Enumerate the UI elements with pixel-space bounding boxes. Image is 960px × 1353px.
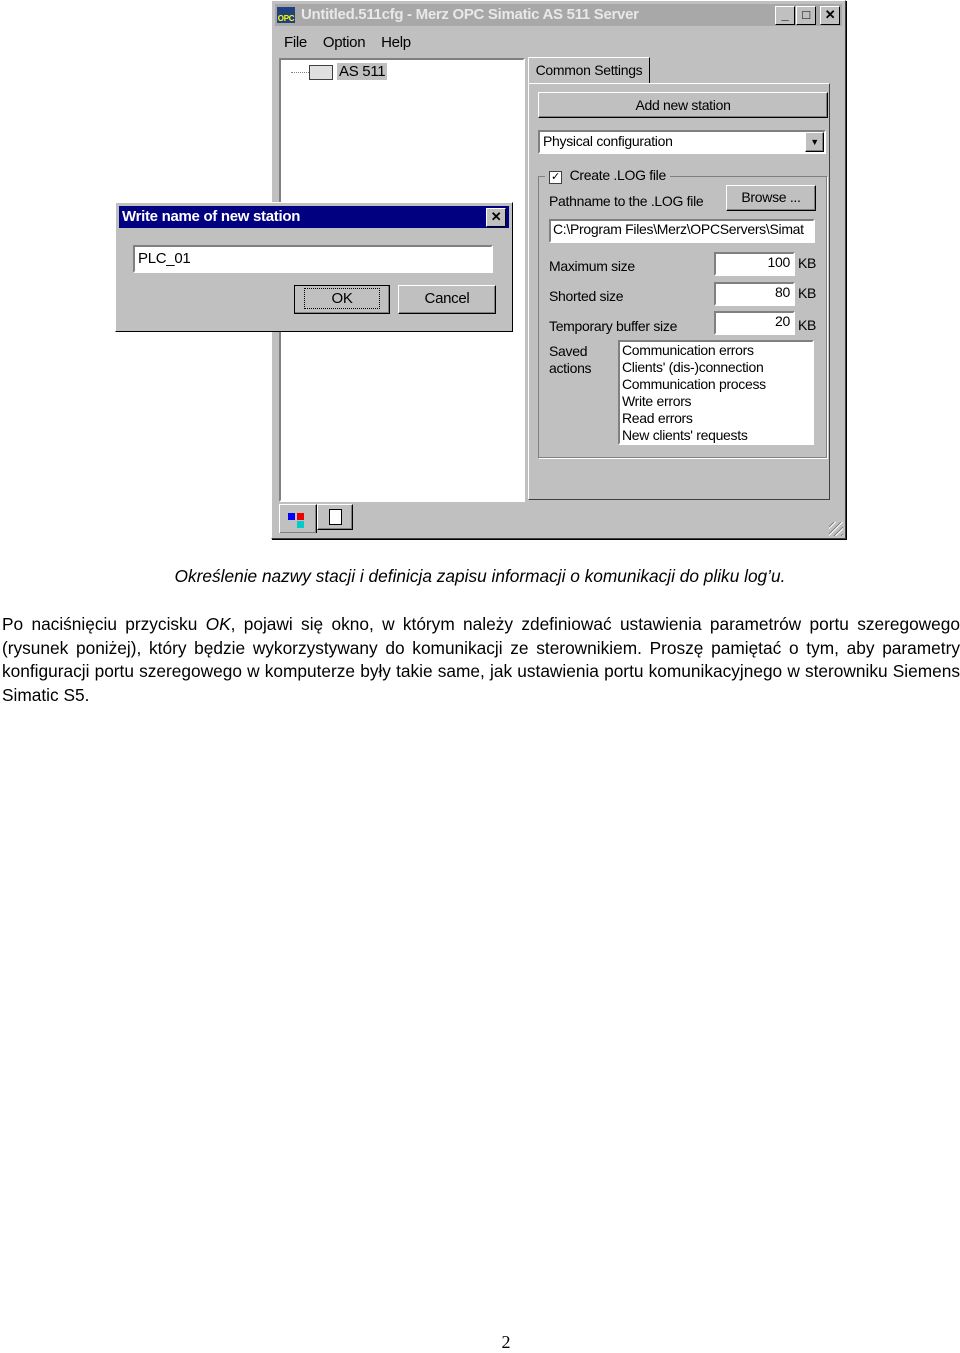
figure-caption: Określenie nazwy stacji i definicja zapi… xyxy=(174,566,786,586)
list-item[interactable]: Read errors xyxy=(620,410,812,427)
kb-unit: KB xyxy=(798,317,817,333)
body-paragraph: Po naciśnięciu przycisku OK, pojawi się … xyxy=(2,613,960,707)
tab-log-view[interactable] xyxy=(317,504,353,530)
menu-option[interactable]: Option xyxy=(323,34,366,51)
settings-panel: Add new station Physical configuration ▼… xyxy=(528,83,830,500)
chevron-down-icon[interactable]: ▼ xyxy=(805,132,824,152)
tree-item-as511[interactable]: AS 511 xyxy=(337,63,388,80)
checkbox-label: Create .LOG file xyxy=(569,167,667,183)
temp-buffer-value: 20 xyxy=(775,313,790,329)
temp-buffer-label: Temporary buffer size xyxy=(549,318,678,334)
configuration-dropdown[interactable]: Physical configuration ▼ xyxy=(538,130,826,154)
log-groupbox: ✓ Create .LOG file Pathname to the .LOG … xyxy=(538,167,827,458)
station-name-value: PLC_01 xyxy=(138,250,191,267)
saved-actions-label: actions xyxy=(549,360,592,376)
list-item[interactable]: New clients' requests xyxy=(620,427,812,444)
ok-button[interactable]: OK xyxy=(294,285,390,314)
list-item[interactable]: Communication errors xyxy=(620,342,812,359)
cancel-button[interactable]: Cancel xyxy=(398,285,496,314)
kb-unit: KB xyxy=(798,285,817,301)
temp-buffer-input[interactable]: 20 xyxy=(714,311,795,335)
window-title: Untitled.511cfg - Merz OPC Simatic AS 51… xyxy=(301,6,639,23)
resize-grip-icon[interactable] xyxy=(829,522,843,536)
kb-unit: KB xyxy=(798,255,817,271)
list-item[interactable]: Clients' (dis-)connection xyxy=(620,359,812,376)
new-station-dialog: Write name of new station ✕ PLC_01 OK Ca… xyxy=(115,202,513,332)
path-value: C:\Program Files\Merz\OPCServers\Simat xyxy=(553,221,804,237)
shorted-size-label: Shorted size xyxy=(549,288,624,304)
menu-help[interactable]: Help xyxy=(381,34,411,51)
create-log-checkbox[interactable]: ✓ Create .LOG file xyxy=(545,167,670,184)
document-icon xyxy=(329,509,342,525)
dialog-close-button[interactable]: ✕ xyxy=(486,208,506,227)
minimize-button[interactable]: _ xyxy=(775,6,795,25)
tree-connector xyxy=(291,72,309,73)
list-item[interactable]: Communication process xyxy=(620,376,812,393)
path-input[interactable]: C:\Program Files\Merz\OPCServers\Simat xyxy=(549,219,815,243)
paragraph-emphasis: OK xyxy=(205,614,231,634)
add-new-station-button[interactable]: Add new station xyxy=(538,92,828,118)
folder-icon xyxy=(309,65,333,80)
network-tree-icon xyxy=(288,513,295,520)
tab-common-settings[interactable]: Common Settings xyxy=(528,57,650,84)
dropdown-value: Physical configuration xyxy=(543,133,673,149)
title-bar: OPC Untitled.511cfg - Merz OPC Simatic A… xyxy=(275,4,842,26)
list-item[interactable]: Write errors xyxy=(620,393,812,410)
dialog-title-bar: Write name of new station ✕ xyxy=(119,206,509,228)
ok-label: OK xyxy=(304,288,380,309)
dialog-title: Write name of new station xyxy=(122,208,301,225)
shorted-size-input[interactable]: 80 xyxy=(714,282,795,306)
saved-actions-label: Saved xyxy=(549,343,588,359)
maximize-button[interactable]: □ xyxy=(796,6,816,25)
path-label: Pathname to the .LOG file xyxy=(549,193,704,209)
paragraph-text: Po naciśnięciu przycisku xyxy=(2,614,206,634)
menu-file[interactable]: File xyxy=(284,34,307,51)
browse-button[interactable]: Browse ... xyxy=(726,185,816,211)
checkbox-checked-icon: ✓ xyxy=(549,171,562,184)
max-size-label: Maximum size xyxy=(549,258,635,274)
max-size-input[interactable]: 100 xyxy=(714,252,795,276)
station-name-input[interactable]: PLC_01 xyxy=(133,245,493,273)
saved-actions-list[interactable]: Communication errors Clients' (dis-)conn… xyxy=(618,340,814,445)
close-button[interactable]: ✕ xyxy=(820,6,840,25)
shorted-size-value: 80 xyxy=(775,284,790,300)
max-size-value: 100 xyxy=(767,254,791,270)
opc-app-icon: OPC xyxy=(277,7,295,23)
tab-tree-view[interactable] xyxy=(279,504,317,533)
menu-bar: File Option Help xyxy=(284,34,411,51)
